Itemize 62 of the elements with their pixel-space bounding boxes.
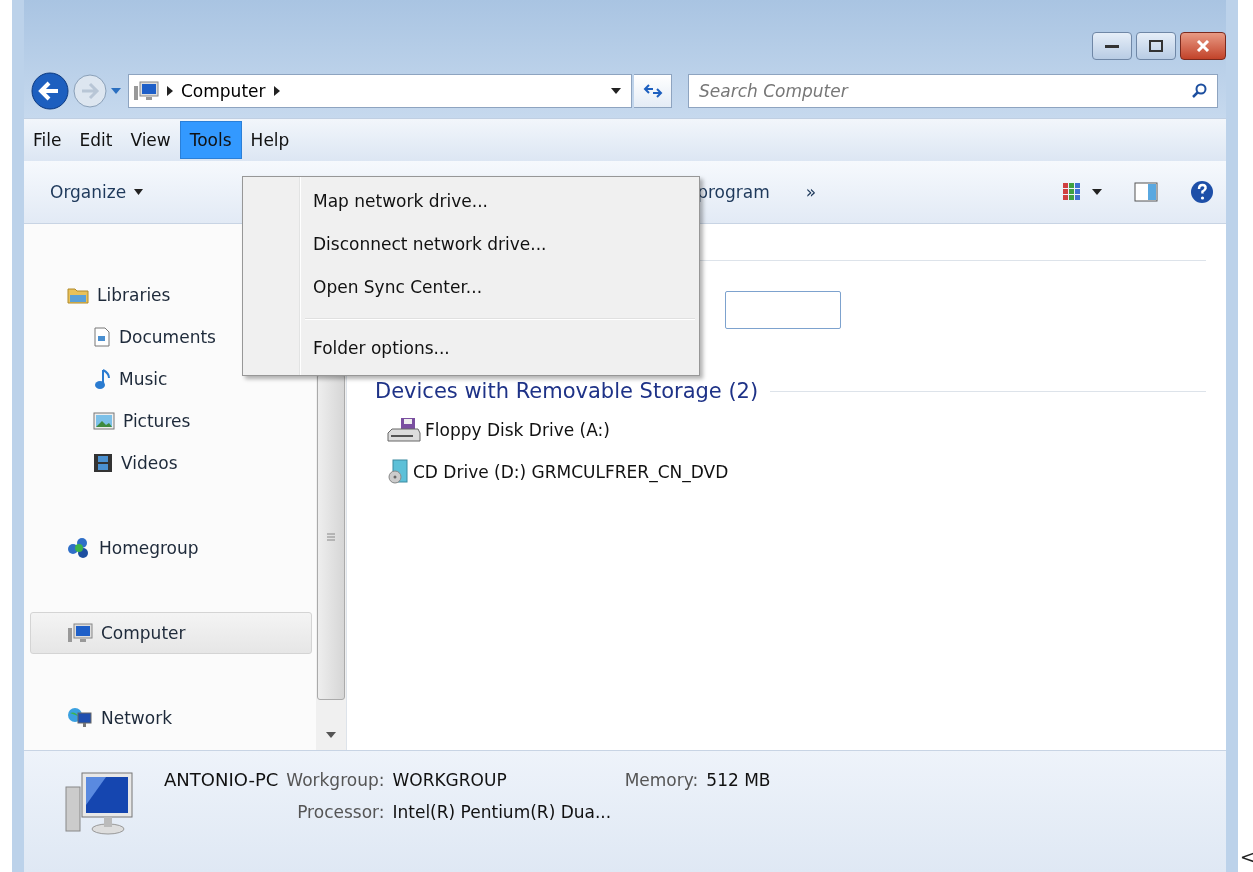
caret-icon[interactable] bbox=[1092, 189, 1102, 195]
history-caret-icon[interactable] bbox=[110, 86, 122, 96]
view-options-button[interactable] bbox=[1062, 182, 1102, 202]
drive-item[interactable]: Floppy Disk Drive (A:) bbox=[387, 415, 1206, 445]
picture-icon bbox=[93, 412, 115, 430]
field-label: Workgroup: bbox=[286, 770, 385, 790]
menu-item[interactable]: Tools bbox=[179, 121, 242, 159]
field-value: WORKGROUP bbox=[392, 770, 507, 790]
field-label: Processor: bbox=[296, 802, 385, 822]
stray-mark: < bbox=[1240, 846, 1253, 867]
nav-item[interactable]: Network bbox=[30, 697, 312, 739]
scroll-down-icon[interactable] bbox=[326, 732, 336, 738]
computer-name: ANTONIO-PC bbox=[164, 769, 279, 790]
back-button[interactable] bbox=[30, 71, 70, 111]
group-header[interactable]: Devices with Removable Storage (2) bbox=[375, 379, 759, 403]
menu-item[interactable]: View bbox=[121, 122, 180, 158]
field-label: Memory: bbox=[624, 770, 699, 790]
breadcrumb-item[interactable]: Computer bbox=[181, 81, 266, 101]
menu-option[interactable]: Map network drive... bbox=[245, 181, 697, 224]
menu-option[interactable]: Disconnect network drive... bbox=[245, 224, 697, 267]
help-icon[interactable] bbox=[1190, 180, 1214, 204]
maximize-icon[interactable] bbox=[1149, 40, 1163, 52]
computer-icon bbox=[64, 769, 136, 837]
computer-icon bbox=[133, 80, 159, 102]
film-icon bbox=[93, 453, 113, 473]
nav-item[interactable]: Pictures bbox=[30, 400, 312, 442]
document-icon bbox=[93, 327, 111, 347]
field-value: 512 MB bbox=[706, 770, 771, 790]
refresh-button[interactable] bbox=[634, 74, 672, 108]
drive-item[interactable]: CD Drive (D:) GRMCULFRER_CN_DVD bbox=[387, 457, 1206, 487]
nav-item[interactable]: Videos bbox=[30, 442, 312, 484]
caret-icon[interactable] bbox=[134, 189, 144, 195]
cd-drive-icon bbox=[387, 459, 409, 485]
maximize-button[interactable] bbox=[1136, 32, 1176, 60]
close-icon[interactable] bbox=[1196, 40, 1210, 52]
music-note-icon bbox=[93, 368, 111, 390]
dropdown-caret-icon[interactable] bbox=[611, 88, 621, 94]
scrollbar-thumb[interactable] bbox=[317, 374, 345, 700]
menu-item[interactable]: File bbox=[24, 122, 71, 158]
close-button[interactable] bbox=[1180, 32, 1226, 60]
more-commands-button[interactable]: » bbox=[805, 182, 817, 202]
minimize-icon[interactable] bbox=[1105, 43, 1119, 49]
preview-pane-icon[interactable] bbox=[1134, 182, 1158, 202]
organize-button[interactable]: Organize bbox=[50, 182, 144, 202]
menu-item[interactable]: Help bbox=[241, 122, 299, 158]
address-bar[interactable]: Computer bbox=[128, 74, 632, 108]
search-icon[interactable] bbox=[1192, 83, 1208, 99]
search-field[interactable]: Search Computer bbox=[688, 74, 1218, 108]
homegroup-icon bbox=[67, 537, 91, 559]
field-value: Intel(R) Pentium(R) Dua... bbox=[392, 802, 613, 822]
minimize-button[interactable] bbox=[1092, 32, 1132, 60]
floppy-drive-icon bbox=[387, 417, 421, 443]
menu-item[interactable]: Edit bbox=[70, 122, 122, 158]
computer-icon bbox=[67, 622, 93, 644]
nav-item[interactable]: Computer bbox=[30, 612, 312, 654]
breadcrumb-arrow-icon[interactable] bbox=[273, 86, 280, 96]
nav-item[interactable]: Homegroup bbox=[30, 527, 312, 569]
refresh-icon[interactable] bbox=[642, 83, 663, 99]
folder-icon bbox=[67, 286, 89, 304]
network-icon bbox=[67, 707, 93, 729]
grid-icon[interactable] bbox=[1062, 182, 1082, 202]
breadcrumb-arrow-icon[interactable] bbox=[167, 86, 173, 96]
